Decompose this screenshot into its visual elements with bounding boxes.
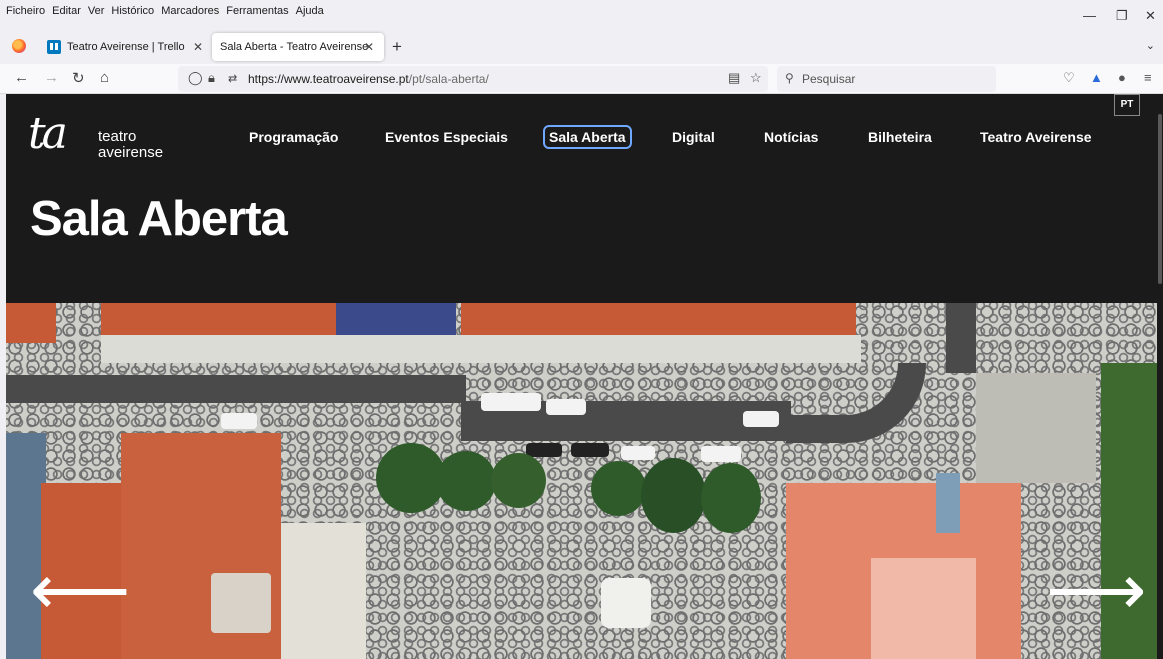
roof-structure (936, 473, 960, 533)
menu-editar[interactable]: Editar (52, 5, 81, 17)
car (221, 413, 257, 429)
menu-ver[interactable]: Ver (88, 5, 105, 17)
permissions-icon[interactable]: ⇄ (228, 72, 237, 85)
shield-icon[interactable]: ◯ (188, 70, 203, 86)
tab-close-icon[interactable]: ✕ (364, 40, 374, 54)
restore-icon[interactable]: ❐ (1116, 8, 1128, 24)
search-icon: ⚲ (785, 71, 794, 85)
road (946, 303, 976, 373)
car (571, 443, 609, 457)
tab-sala-aberta[interactable]: Sala Aberta - Teatro Aveirense ✕ (212, 33, 384, 61)
tree (591, 461, 646, 516)
menu-list: Ficheiro Editar Ver Histórico Marcadores… (6, 5, 324, 17)
home-icon[interactable]: ⌂ (100, 69, 109, 86)
reload-icon[interactable]: ↻ (72, 69, 85, 87)
pocket-icon[interactable]: ♡ (1063, 70, 1075, 86)
tree (491, 453, 546, 508)
logo-mark: ta (28, 108, 68, 159)
list-tabs-icon[interactable]: ⌄ (1146, 39, 1155, 52)
stairs (976, 373, 1096, 483)
hero-aerial-image: ⟵ ⟶ (6, 303, 1157, 659)
extension-icon[interactable]: ▲ (1090, 70, 1103, 85)
tab-title: Sala Aberta - Teatro Aveirense (220, 41, 369, 53)
back-icon[interactable]: ← (14, 69, 29, 86)
app-menu-icon[interactable]: ≡ (1144, 70, 1152, 85)
logo-line-2: aveirense (98, 144, 164, 161)
firefox-icon[interactable] (12, 39, 26, 53)
menu-marcadores[interactable]: Marcadores (161, 5, 219, 17)
skylight-panel (871, 558, 976, 659)
roof (101, 303, 336, 335)
tree (701, 463, 761, 533)
fountain (601, 578, 651, 628)
language-switch[interactable]: PT (1114, 94, 1140, 116)
menu-ferramentas[interactable]: Ferramentas (226, 5, 288, 17)
scrollbar-thumb[interactable] (1158, 114, 1162, 284)
menu-bar: Ficheiro Editar Ver Histórico Marcadores… (0, 0, 1163, 30)
nav-bilheteira[interactable]: Bilheteira (868, 129, 932, 145)
car (481, 393, 541, 411)
site-logo[interactable]: ta teatro aveirense (28, 112, 178, 162)
car (621, 446, 655, 460)
facade (101, 335, 861, 363)
nav-sala-aberta[interactable]: Sala Aberta (543, 125, 632, 149)
nav-teatro-aveirense[interactable]: Teatro Aveirense (980, 129, 1092, 145)
navigation-bar: ← → ↻ ⌂ ◯ 🔒︎ ⇄ https://www.teatroaveiren… (0, 64, 1163, 94)
road-curve (786, 363, 926, 443)
tab-strip: Teatro Aveirense | Trello ✕ Sala Aberta … (0, 30, 1163, 64)
nav-digital[interactable]: Digital (672, 129, 715, 145)
minimize-icon[interactable]: — (1083, 8, 1096, 23)
tab-close-icon[interactable]: ✕ (193, 40, 203, 54)
account-icon[interactable]: ● (1118, 70, 1126, 85)
car (743, 411, 779, 427)
forward-icon[interactable]: → (44, 69, 59, 86)
menu-ficheiro[interactable]: Ficheiro (6, 5, 45, 17)
menu-historico[interactable]: Histórico (111, 5, 154, 17)
road (6, 375, 466, 403)
bookmark-star-icon[interactable]: ☆ (750, 70, 762, 86)
logo-line-1: teatro (98, 128, 137, 145)
previous-slide-icon[interactable]: ⟵ (30, 555, 130, 625)
new-tab-icon[interactable]: + (392, 37, 402, 57)
building (281, 523, 366, 659)
roof (6, 303, 56, 343)
url-text[interactable]: https://www.teatroaveirense.pt/pt/sala-a… (248, 72, 489, 86)
trello-icon (47, 40, 61, 54)
car (526, 443, 562, 457)
car (546, 399, 586, 415)
nav-programacao[interactable]: Programação (249, 129, 338, 145)
tab-title: Teatro Aveirense | Trello (67, 41, 185, 53)
tab-trello[interactable]: Teatro Aveirense | Trello ✕ (38, 33, 213, 61)
tree (641, 458, 706, 533)
car (701, 446, 741, 462)
nav-eventos-especiais[interactable]: Eventos Especiais (385, 129, 508, 145)
search-bar[interactable]: ⚲ Pesquisar (777, 66, 996, 92)
web-page: ta teatro aveirense Programação Eventos … (6, 94, 1157, 659)
search-placeholder: Pesquisar (802, 72, 856, 86)
page-scrollbar[interactable] (1157, 94, 1163, 659)
tree (436, 451, 496, 511)
nav-noticias[interactable]: Notícias (764, 129, 818, 145)
lock-icon[interactable]: 🔒︎ (208, 70, 215, 86)
page-title: Sala Aberta (30, 192, 288, 246)
tower (211, 573, 271, 633)
reader-view-icon[interactable]: ▤ (728, 70, 740, 86)
menu-ajuda[interactable]: Ajuda (296, 5, 324, 17)
close-icon[interactable]: ✕ (1145, 8, 1156, 24)
next-slide-icon[interactable]: ⟶ (1046, 555, 1146, 625)
url-bar[interactable]: ◯ 🔒︎ ⇄ https://www.teatroaveirense.pt/pt… (178, 66, 768, 92)
